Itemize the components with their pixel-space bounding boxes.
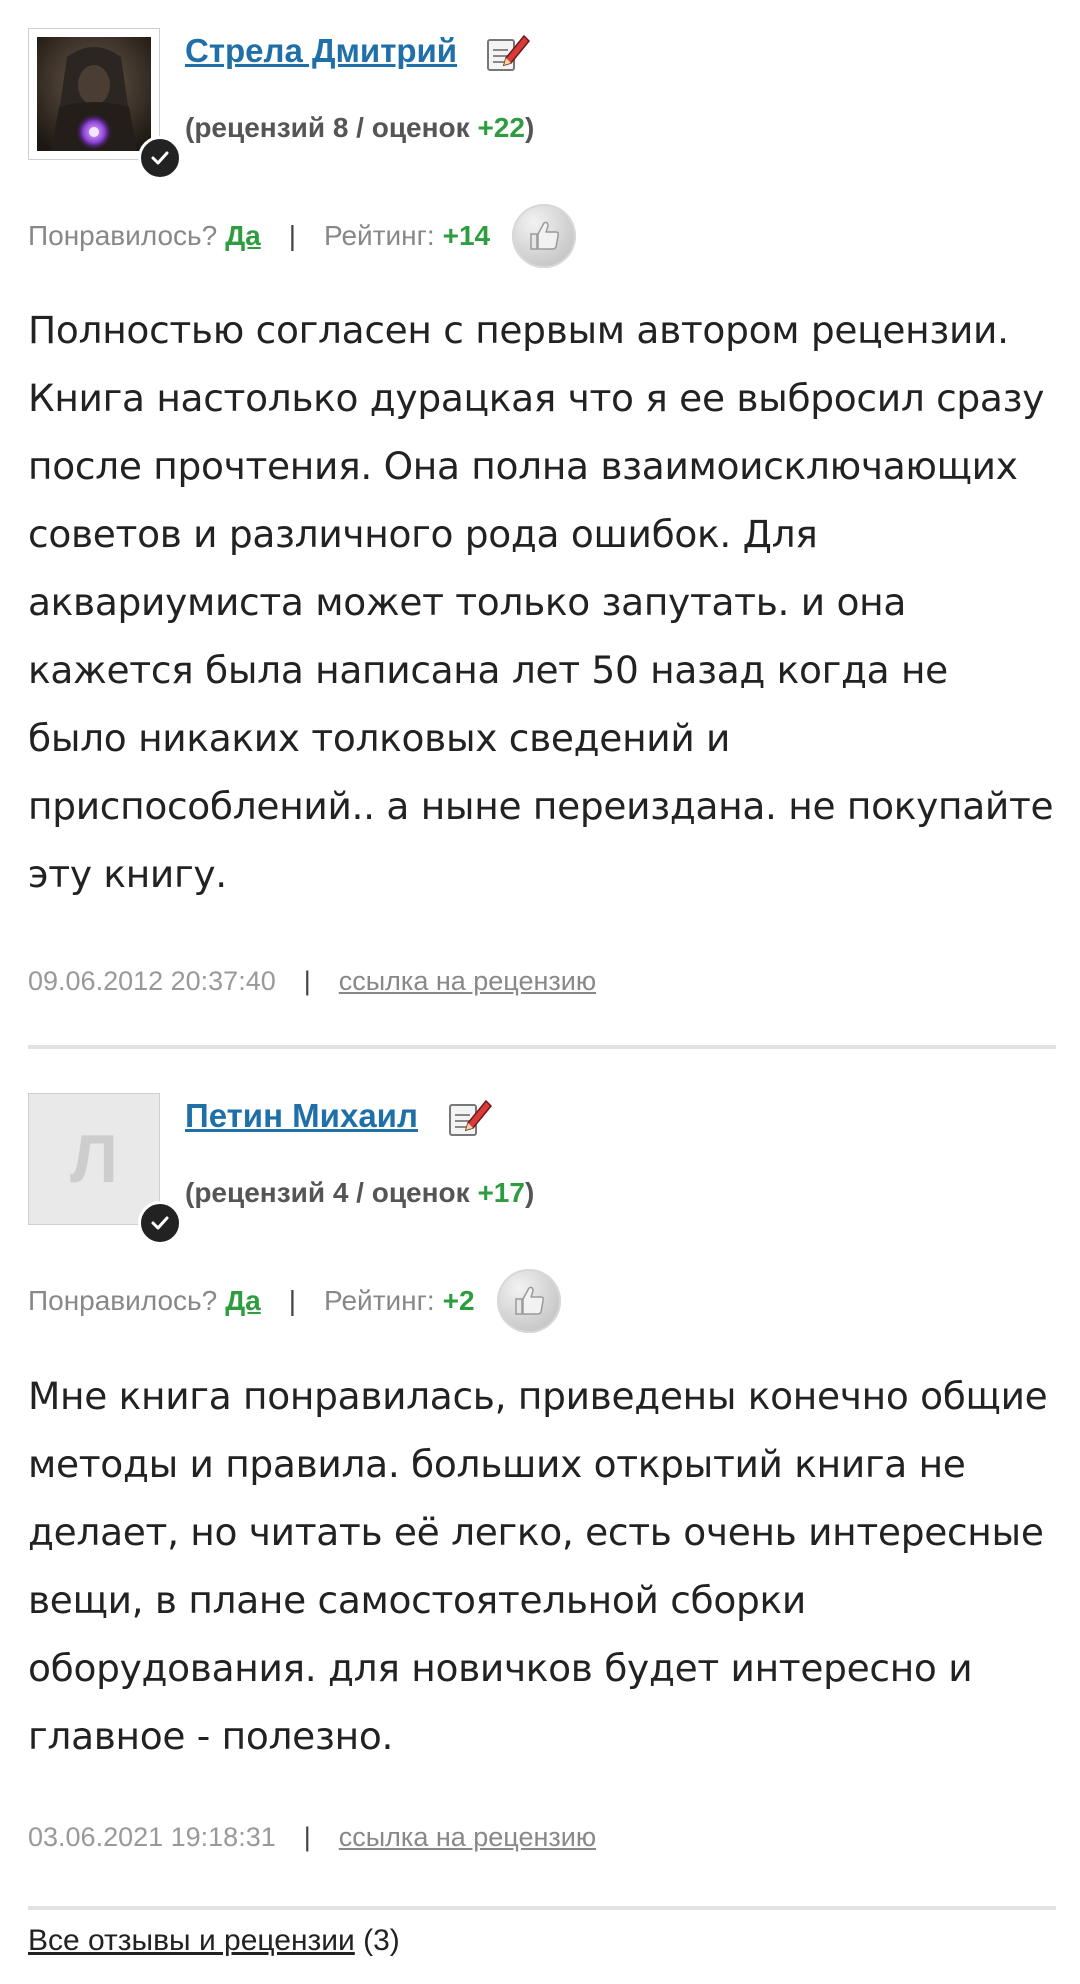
review-date: 09.06.2012 20:37:40	[28, 966, 276, 996]
review-item: Л Петин Михаил (рецензий 4 / оценок +17)…	[28, 1065, 1056, 1885]
rating-value: +2	[442, 1285, 475, 1316]
separator: |	[288, 1285, 297, 1316]
avatar-image	[37, 37, 151, 151]
separator: |	[288, 220, 297, 251]
separator: |	[303, 966, 311, 996]
verified-check-icon	[138, 136, 182, 180]
author-score: +22	[477, 112, 525, 143]
thumbs-up-icon[interactable]	[496, 1269, 561, 1333]
rating-value: +14	[442, 220, 491, 251]
all-reviews-count: (3)	[363, 1924, 400, 1957]
separator: |	[303, 1822, 311, 1852]
like-row: Понравилось? Да | Рейтинг: +2	[28, 1269, 561, 1333]
author-link[interactable]: Петин Михаил	[185, 1097, 418, 1135]
author-stats-prefix: (рецензий 8 / оценок	[185, 112, 478, 143]
author-link[interactable]: Стрела Дмитрий	[185, 32, 457, 70]
review-date: 03.06.2021 19:18:31	[28, 1822, 276, 1852]
review-text: Мне книга понравилась, приведены конечно…	[28, 1374, 1048, 1758]
divider	[28, 1906, 1056, 1910]
review-meta: 03.06.2021 19:18:31 | ссылка на рецензию	[28, 1822, 596, 1853]
liked-label: Понравилось?	[28, 1285, 218, 1316]
all-reviews-footer: Все отзывы и рецензии (3)	[28, 1924, 400, 1958]
rating-label: Рейтинг:	[324, 1285, 435, 1316]
divider	[28, 1045, 1056, 1049]
review-permalink[interactable]: ссылка на рецензию	[339, 1822, 596, 1853]
liked-yes-link[interactable]: Да	[225, 220, 261, 252]
liked-label: Понравилось?	[28, 220, 218, 251]
review-text: Полностью согласен с первым автором реце…	[28, 308, 1054, 896]
review-item: Стрела Дмитрий (рецензий 8 / оценок +22)…	[28, 0, 1056, 1040]
author-stats-prefix: (рецензий 4 / оценок	[185, 1177, 478, 1208]
all-reviews-link[interactable]: Все отзывы и рецензии	[28, 1924, 355, 1957]
author-stats: (рецензий 8 / оценок +22)	[185, 112, 534, 144]
review-meta: 09.06.2012 20:37:40 | ссылка на рецензию	[28, 966, 596, 997]
avatar[interactable]	[28, 28, 160, 160]
review-permalink[interactable]: ссылка на рецензию	[339, 966, 596, 997]
avatar-letter: Л	[70, 1121, 118, 1197]
edit-review-icon[interactable]	[446, 1093, 494, 1141]
verified-check-icon	[138, 1201, 182, 1245]
author-stats-suffix: )	[524, 112, 535, 143]
author-stats-suffix: )	[524, 1177, 535, 1208]
like-row: Понравилось? Да | Рейтинг: +14	[28, 204, 577, 268]
liked-yes-link[interactable]: Да	[225, 1285, 261, 1317]
rating-label: Рейтинг:	[324, 220, 435, 251]
author-score: +17	[477, 1177, 525, 1208]
author-stats: (рецензий 4 / оценок +17)	[185, 1177, 534, 1209]
thumbs-up-icon[interactable]	[512, 204, 577, 268]
avatar[interactable]: Л	[28, 1093, 160, 1225]
edit-review-icon[interactable]	[484, 28, 532, 76]
